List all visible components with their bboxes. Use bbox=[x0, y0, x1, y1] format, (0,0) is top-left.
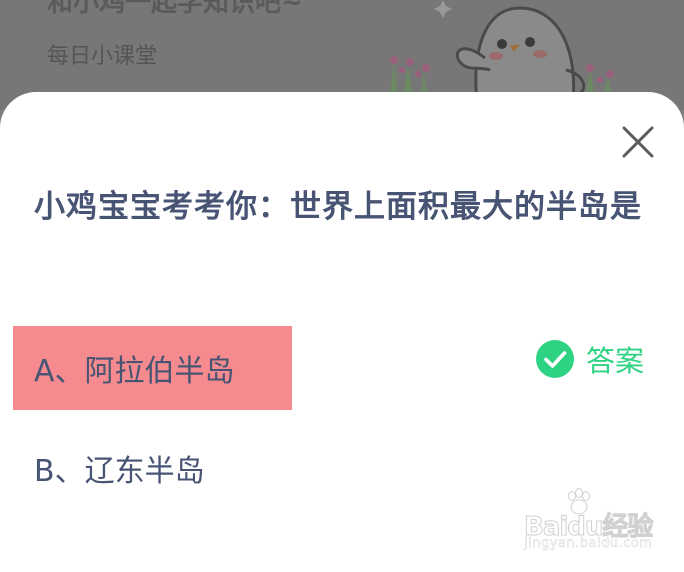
option-b[interactable]: B、辽东半岛 bbox=[13, 426, 292, 510]
close-icon[interactable] bbox=[620, 124, 656, 160]
option-a-label: A、阿拉伯半岛 bbox=[34, 354, 235, 389]
baidu-jingyan-watermark: Baidu经验 jingyan.baidu.com bbox=[523, 488, 674, 558]
answer-label: 答案 bbox=[586, 344, 645, 378]
checkmark-circle-icon bbox=[536, 340, 574, 378]
quiz-question: 小鸡宝宝考考你：世界上面积最大的半岛是 bbox=[34, 189, 642, 225]
option-a[interactable]: A、阿拉伯半岛 bbox=[13, 326, 292, 410]
option-b-label: B、辽东半岛 bbox=[34, 454, 205, 489]
watermark-site: jingyan.baidu.com bbox=[524, 536, 653, 551]
background-title: 和小鸡一起学知识吧~ bbox=[47, 0, 303, 18]
background-subtitle: 每日小课堂 bbox=[47, 44, 158, 69]
answer-button[interactable]: 答案 bbox=[536, 340, 644, 378]
